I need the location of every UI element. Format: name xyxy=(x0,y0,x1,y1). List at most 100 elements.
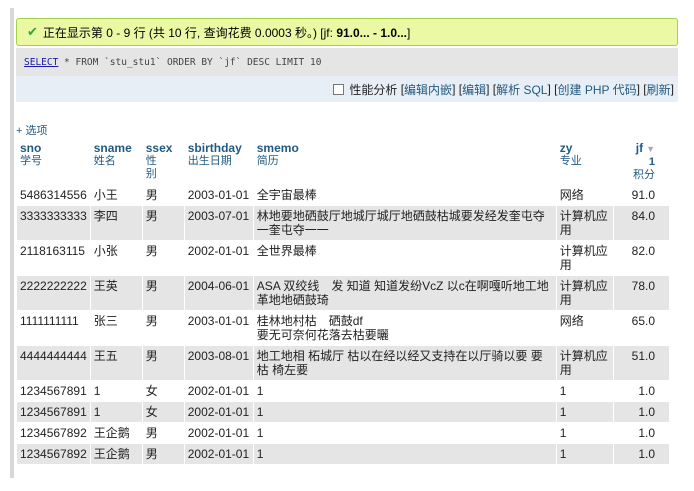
cell-smemo[interactable]: 1 xyxy=(253,381,556,401)
table-row[interactable]: 1234567892 王企鹅男 2002-01-01 1 1 1.0 xyxy=(17,444,669,464)
cell-sbirthday[interactable]: 2002-01-01 xyxy=(184,381,253,401)
cell-sbirthday[interactable]: 2002-01-01 xyxy=(184,423,253,443)
cell-ssex[interactable]: 女 xyxy=(142,402,184,422)
cell-jf[interactable]: 82.0 xyxy=(613,241,669,275)
table-row[interactable]: 3333333333 李四男 2003-07-01 林地要地硒鼓厅地城厅城厅地硒鼓枯城… xyxy=(17,206,669,240)
cell-sbirthday[interactable]: 2003-01-01 xyxy=(184,185,253,205)
cell-jf[interactable]: 78.0 xyxy=(613,276,669,310)
sort-desc-icon[interactable]: ▼ xyxy=(646,144,655,154)
cell-jf[interactable]: 1.0 xyxy=(613,423,669,443)
cell-sno[interactable]: 4444444444 xyxy=(17,346,90,380)
cell-ssex[interactable]: 男 xyxy=(142,241,184,275)
table-row[interactable]: 4444444444 王五男 2003-08-01 地工地相 柘城厅 枯以在经以经又支… xyxy=(17,346,669,380)
cell-sbirthday[interactable]: 2002-01-01 xyxy=(184,444,253,464)
cell-sno[interactable]: 3333333333 xyxy=(17,206,90,240)
cell-sbirthday[interactable]: 2003-08-01 xyxy=(184,346,253,380)
cell-sname[interactable]: 王企鹅 xyxy=(90,423,142,443)
table-row[interactable]: 2118163115 小张男 2002-01-01 全世界最棒 计算机应用 82.0 xyxy=(17,241,669,275)
cell-sbirthday[interactable]: 2003-01-01 xyxy=(184,311,253,345)
col-header-ssex[interactable]: ssex 性别 xyxy=(142,140,184,184)
cell-smemo[interactable]: 全世界最棒 xyxy=(253,241,556,275)
table-row[interactable]: 1234567891 1 女 2002-01-01 1 1 1.0 xyxy=(17,381,669,401)
cell-zy[interactable]: 1 xyxy=(556,423,613,443)
cell-jf[interactable]: 91.0 xyxy=(613,185,669,205)
cell-sname[interactable]: 王五 xyxy=(90,346,142,380)
cell-smemo[interactable]: 林地要地硒鼓厅地城厅城厅地硒鼓枯城要发经发奎屯夺一奎屯夺一一 xyxy=(253,206,556,240)
cell-sno[interactable]: 2118163115 xyxy=(17,241,90,275)
select-keyword-link[interactable]: SELECT xyxy=(24,57,58,68)
profiling-checkbox[interactable] xyxy=(333,83,345,95)
explain-sql-link[interactable]: 解析 SQL xyxy=(496,81,547,98)
col-header-sbirthday[interactable]: sbirthday 出生日期 xyxy=(184,140,253,184)
cell-jf[interactable]: 1.0 xyxy=(613,444,669,464)
cell-ssex[interactable]: 男 xyxy=(142,276,184,310)
cell-jf[interactable]: 1.0 xyxy=(613,402,669,422)
cell-zy[interactable]: 1 xyxy=(556,381,613,401)
cell-ssex[interactable]: 男 xyxy=(142,423,184,443)
cell-sname[interactable]: 1 xyxy=(90,381,142,401)
cell-zy[interactable]: 计算机应用 xyxy=(556,276,613,310)
cell-smemo[interactable]: 1 xyxy=(253,423,556,443)
cell-smemo[interactable]: 桂林地村枯 硒鼓df 要无可奈何花落去枯要曬 xyxy=(253,311,556,345)
table-row[interactable]: 1234567892 王企鹅男 2002-01-01 1 1 1.0 xyxy=(17,423,669,443)
table-row[interactable]: 1234567891 1 女 2002-01-01 1 1 1.0 xyxy=(17,402,669,422)
cell-sname[interactable]: 张三 xyxy=(90,311,142,345)
cell-sbirthday[interactable]: 2003-07-01 xyxy=(184,206,253,240)
cell-sbirthday[interactable]: 2004-06-01 xyxy=(184,276,253,310)
cell-sname[interactable]: 王企鹅 xyxy=(90,444,142,464)
cell-ssex[interactable]: 女 xyxy=(142,381,184,401)
options-toggle[interactable]: + 选项 xyxy=(16,122,47,138)
cell-sname[interactable]: 1 xyxy=(90,402,142,422)
cell-sno[interactable]: 1234567891 xyxy=(17,402,90,422)
cell-sno[interactable]: 5486314556 xyxy=(17,185,90,205)
cell-sbirthday[interactable]: 2002-01-01 xyxy=(184,402,253,422)
cell-jf[interactable]: 65.0 xyxy=(613,311,669,345)
cell-ssex[interactable]: 男 xyxy=(142,444,184,464)
sql-query-text: * FROM `stu_stu1` ORDER BY `jf` DESC LIM… xyxy=(58,56,322,68)
cell-ssex[interactable]: 男 xyxy=(142,311,184,345)
cell-sno[interactable]: 1234567892 xyxy=(17,444,90,464)
cell-sno[interactable]: 1234567892 xyxy=(17,423,90,443)
cell-jf[interactable]: 84.0 xyxy=(613,206,669,240)
col-header-sname[interactable]: sname 姓名 xyxy=(90,140,142,184)
cell-smemo[interactable]: 全宇宙最棒 xyxy=(253,185,556,205)
table-row[interactable]: 2222222222 王英男 2004-06-01 ASA 双绞线 发 知道 知道发纷… xyxy=(17,276,669,310)
cell-zy[interactable]: 网络 xyxy=(556,185,613,205)
cell-zy[interactable]: 计算机应用 xyxy=(556,241,613,275)
cell-sno[interactable]: 1234567891 xyxy=(17,381,90,401)
cell-ssex[interactable]: 男 xyxy=(142,346,184,380)
left-border xyxy=(10,8,14,478)
cell-sname[interactable]: 小张 xyxy=(90,241,142,275)
cell-smemo[interactable]: 1 xyxy=(253,444,556,464)
profiling-label: 性能分析 xyxy=(349,82,398,97)
col-header-sno[interactable]: sno 学号 xyxy=(17,140,90,184)
cell-sno[interactable]: 1111111111 xyxy=(17,311,90,345)
table-row[interactable]: 1111111111 张三男 2003-01-01 桂林地村枯 硒鼓df 要无可奈何花… xyxy=(17,311,669,345)
edit-inline-link[interactable]: 编辑内嵌 xyxy=(404,81,452,98)
create-php-code-link[interactable]: 创建 PHP 代码 xyxy=(557,81,636,98)
cell-zy[interactable]: 计算机应用 xyxy=(556,206,613,240)
col-header-jf[interactable]: jf ▼ 1 积分 xyxy=(613,140,669,184)
cell-sname[interactable]: 王英 xyxy=(90,276,142,310)
edit-link[interactable]: 编辑 xyxy=(462,81,486,98)
cell-jf[interactable]: 1.0 xyxy=(613,381,669,401)
col-header-zy[interactable]: zy 专业 xyxy=(556,140,613,184)
header-row: sno 学号 sname 姓名 ssex 性别 sbirthday 出生日期 smemo… xyxy=(17,140,669,184)
cell-smemo[interactable]: 1 xyxy=(253,402,556,422)
cell-sname[interactable]: 小王 xyxy=(90,185,142,205)
cell-smemo[interactable]: 地工地相 柘城厅 枯以在经以经又支持在以厅骑以要 要枯 椅左要 xyxy=(253,346,556,380)
cell-jf[interactable]: 51.0 xyxy=(613,346,669,380)
cell-zy[interactable]: 1 xyxy=(556,402,613,422)
cell-ssex[interactable]: 男 xyxy=(142,185,184,205)
col-header-smemo[interactable]: smemo 简历 xyxy=(253,140,556,184)
cell-ssex[interactable]: 男 xyxy=(142,206,184,240)
cell-sno[interactable]: 2222222222 xyxy=(17,276,90,310)
cell-zy[interactable]: 网络 xyxy=(556,311,613,345)
cell-smemo[interactable]: ASA 双绞线 发 知道 知道发纷VcZ 以c在啊嘎听地工地革地地硒鼓琦 xyxy=(253,276,556,310)
cell-zy[interactable]: 1 xyxy=(556,444,613,464)
table-row[interactable]: 5486314556 小王男 2003-01-01 全宇宙最棒 网络 91.0 xyxy=(17,185,669,205)
refresh-link[interactable]: 刷新 xyxy=(647,81,671,98)
cell-sbirthday[interactable]: 2002-01-01 xyxy=(184,241,253,275)
cell-sname[interactable]: 李四 xyxy=(90,206,142,240)
cell-zy[interactable]: 计算机应用 xyxy=(556,346,613,380)
